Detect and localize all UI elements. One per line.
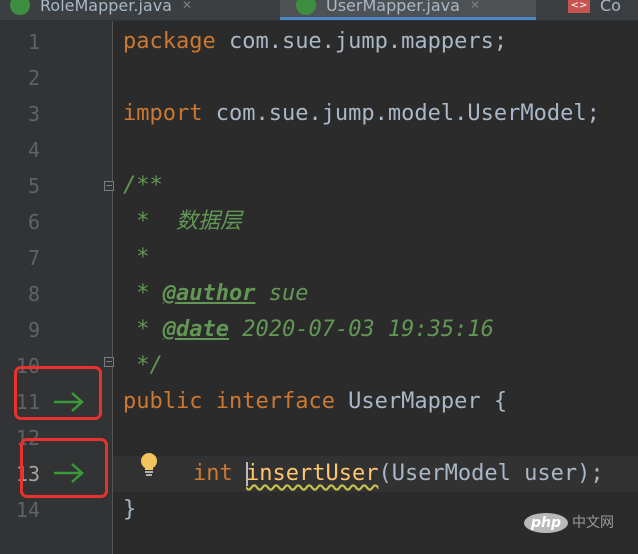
method-name[interactable]: insertUser [246,461,378,486]
keyword: package [123,29,216,54]
code-line-8: * @author sue [123,276,308,312]
tab-label: Co [600,0,621,15]
doc-value: 2020-07-03 19:35:16 [228,317,494,342]
watermark-badge: php [524,513,569,533]
code-line-6: * 数据层 [123,209,242,234]
lightbulb-icon[interactable] [138,452,160,478]
tab-label: UserMapper.java [326,0,460,15]
watermark-text: 中文网 [572,515,615,531]
highlight-box [20,438,108,498]
tab-rolemapper[interactable]: RoleMapper.java ✕ [10,0,192,19]
code-editor[interactable]: package com.sue.jump.mappers; import com… [113,21,638,554]
code-line-5: /** [123,173,163,198]
keyword: import [123,101,203,126]
java-class-icon [296,0,316,15]
line-number: 7 [27,246,40,270]
markup-file-icon: <> [568,0,590,13]
code-line-3: import com.sue.jump.model.UserModel; [123,96,600,132]
doc-tag-date: @date [162,317,229,342]
editor-tab-bar: RoleMapper.java ✕ UserMapper.java ✕ <> C… [0,0,638,21]
tab-usermapper[interactable]: UserMapper.java ✕ [280,0,536,20]
keyword: public [123,389,203,414]
site-watermark: php 中文网 [524,512,614,533]
line-number: 2 [27,66,40,90]
tab-config[interactable]: <> Co [568,0,621,19]
doc-value: sue [255,281,309,306]
close-icon[interactable]: ✕ [182,0,192,12]
code-line-1: package com.sue.jump.mappers; [123,24,507,60]
line-number: 3 [27,102,40,126]
import-name: com.sue.jump.model.UserModel; [202,101,600,126]
code-line-13: int insertUser(UserModel user); [193,456,604,492]
line-number: 6 [27,210,40,234]
code-line-7: * [123,245,150,270]
line-number: 4 [27,138,40,162]
keyword: int [193,461,233,486]
java-class-icon [10,0,30,15]
highlight-box [14,366,102,420]
line-number: 8 [27,282,40,306]
package-name: com.sue.jump.mappers; [215,29,508,54]
tab-label: RoleMapper.java [40,0,172,15]
doc-star: * [123,317,163,342]
line-number: 9 [27,318,40,342]
keyword: interface [202,389,335,414]
code-line-10: */ [123,353,163,378]
code-line-11: public interface UserMapper { [123,384,507,420]
interface-name: UserMapper { [334,389,508,414]
line-number: 1 [27,30,40,54]
doc-star: * [123,281,163,306]
close-icon[interactable]: ✕ [470,0,480,12]
method-params: (UserModel user); [378,461,604,486]
doc-tag-author: @author [162,281,256,306]
code-line-9: * @date 2020-07-03 19:35:16 [123,312,494,348]
code-line-14: } [123,497,137,522]
line-number: 5 [27,174,40,198]
